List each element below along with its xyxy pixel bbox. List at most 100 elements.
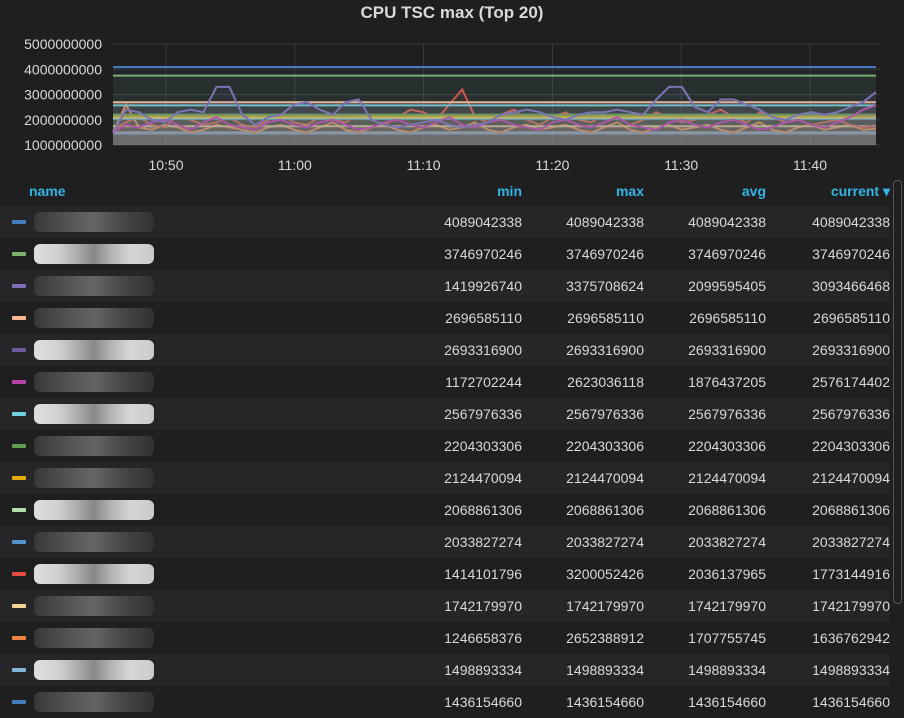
- legend-value-avg: 1742179970: [688, 598, 766, 614]
- legend-value-current: 1742179970: [812, 598, 890, 614]
- legend-color-swatch[interactable]: [12, 444, 26, 448]
- legend-value-avg: 1707755745: [688, 630, 766, 646]
- legend-row[interactable]: 4089042338 4089042338 4089042338 4089042338: [0, 206, 890, 238]
- legend-value-avg: 1498893334: [688, 662, 766, 678]
- legend-color-swatch[interactable]: [12, 572, 26, 576]
- legend-series-name[interactable]: [0, 404, 400, 424]
- legend-series-name[interactable]: [0, 532, 400, 552]
- legend-value-current: 2696585110: [813, 310, 890, 326]
- legend-value-max: 2124470094: [566, 470, 644, 486]
- legend-series-name[interactable]: [0, 308, 400, 328]
- legend-row[interactable]: 1436154660 1436154660 1436154660 1436154660: [0, 686, 890, 718]
- legend-value-min: 3746970246: [444, 246, 522, 262]
- legend-series-name[interactable]: [0, 212, 400, 232]
- legend-value-current: 4089042338: [812, 214, 890, 230]
- legend-color-swatch[interactable]: [12, 540, 26, 544]
- legend-value-min: 1246658376: [444, 630, 522, 646]
- legend-series-name[interactable]: [0, 692, 400, 712]
- redacted-name-mask: [34, 596, 154, 616]
- legend-series-name[interactable]: [0, 596, 400, 616]
- legend-series-name[interactable]: [0, 244, 400, 264]
- legend-value-current: 2124470094: [812, 470, 890, 486]
- legend-row[interactable]: 2033827274 2033827274 2033827274 2033827274: [0, 526, 890, 558]
- legend-series-name[interactable]: [0, 660, 400, 680]
- series-area-1: [113, 67, 876, 145]
- legend-color-swatch[interactable]: [12, 412, 26, 416]
- legend-color-swatch[interactable]: [12, 252, 26, 256]
- legend-series-name[interactable]: [0, 564, 400, 584]
- legend-value-min: 1498893334: [444, 662, 522, 678]
- legend-header-current[interactable]: current ▾: [766, 183, 890, 200]
- legend-color-swatch[interactable]: [12, 604, 26, 608]
- legend-value-current: 1498893334: [812, 662, 890, 678]
- legend-row[interactable]: 2567976336 2567976336 2567976336 2567976336: [0, 398, 890, 430]
- legend-scrollbar[interactable]: [893, 180, 902, 604]
- legend-row[interactable]: 1246658376 2652388912 1707755745 1636762942: [0, 622, 890, 654]
- legend-value-max: 1436154660: [566, 694, 644, 710]
- legend-series-name[interactable]: [0, 276, 400, 296]
- legend-value-avg: 2696585110: [689, 310, 766, 326]
- legend-color-swatch[interactable]: [12, 636, 26, 640]
- legend-header-max[interactable]: max: [522, 183, 644, 199]
- legend-color-swatch[interactable]: [12, 316, 26, 320]
- legend-value-min: 4089042338: [444, 214, 522, 230]
- redacted-name-mask: [34, 276, 154, 296]
- redacted-name-mask: [34, 500, 154, 520]
- legend-series-name[interactable]: [0, 628, 400, 648]
- redacted-name-mask: [34, 660, 154, 680]
- legend-value-current: 2693316900: [812, 342, 890, 358]
- legend-color-swatch[interactable]: [12, 380, 26, 384]
- legend-row[interactable]: 2204303306 2204303306 2204303306 2204303306: [0, 430, 890, 462]
- redacted-name-mask: [34, 340, 154, 360]
- legend-row[interactable]: 2124470094 2124470094 2124470094 2124470094: [0, 462, 890, 494]
- legend-value-min: 1419926740: [444, 278, 522, 294]
- legend-value-current: 2033827274: [812, 534, 890, 550]
- legend-row[interactable]: 2693316900 2693316900 2693316900 2693316900: [0, 334, 890, 366]
- legend-color-swatch[interactable]: [12, 476, 26, 480]
- legend-color-swatch[interactable]: [12, 348, 26, 352]
- y-tick-label: 2000000000: [24, 112, 102, 128]
- x-tick-label: 11:20: [535, 157, 569, 173]
- y-tick-label: 1000000000: [24, 137, 102, 153]
- legend-value-avg: 2204303306: [688, 438, 766, 454]
- legend-series-name[interactable]: [0, 500, 400, 520]
- legend-series-name[interactable]: [0, 468, 400, 488]
- legend-row[interactable]: 1419926740 3375708624 2099595405 3093466468: [0, 270, 890, 302]
- legend-row[interactable]: 2696585110 2696585110 2696585110 2696585110: [0, 302, 890, 334]
- legend-color-swatch[interactable]: [12, 668, 26, 672]
- legend-row[interactable]: 1414101796 3200052426 2036137965 1773144916: [0, 558, 890, 590]
- legend-row[interactable]: 2068861306 2068861306 2068861306 2068861306: [0, 494, 890, 526]
- legend-header-min[interactable]: min: [400, 183, 522, 199]
- legend-header-avg[interactable]: avg: [644, 183, 766, 199]
- legend-color-swatch[interactable]: [12, 220, 26, 224]
- legend-value-avg: 1436154660: [688, 694, 766, 710]
- legend-value-current: 2567976336: [812, 406, 890, 422]
- redacted-name-mask: [34, 564, 154, 584]
- legend-value-current: 1773144916: [812, 566, 890, 582]
- legend-value-avg: 2036137965: [688, 566, 766, 582]
- legend-value-avg: 2567976336: [688, 406, 766, 422]
- y-tick-label: 4000000000: [24, 61, 102, 77]
- x-tick-label: 11:30: [664, 157, 698, 173]
- legend-value-max: 1742179970: [566, 598, 644, 614]
- legend-header-name[interactable]: name: [0, 183, 400, 199]
- redacted-name-mask: [34, 308, 154, 328]
- legend-value-min: 2033827274: [444, 534, 522, 550]
- legend-row[interactable]: 1498893334 1498893334 1498893334 1498893334: [0, 654, 890, 686]
- legend-value-max: 2623036118: [567, 374, 644, 390]
- legend-value-avg: 4089042338: [688, 214, 766, 230]
- legend-color-swatch[interactable]: [12, 284, 26, 288]
- line-chart[interactable]: 5000000000 4000000000 3000000000 2000000000…: [0, 30, 904, 180]
- legend-row[interactable]: 1172702244 2623036118 1876437205 2576174402: [0, 366, 890, 398]
- legend-series-name[interactable]: [0, 372, 400, 392]
- legend-color-swatch[interactable]: [12, 700, 26, 704]
- legend-value-min: 2204303306: [444, 438, 522, 454]
- legend-series-name[interactable]: [0, 436, 400, 456]
- legend-rows: 4089042338 4089042338 4089042338 4089042338…: [0, 206, 890, 718]
- legend-row[interactable]: 1742179970 1742179970 1742179970 1742179970: [0, 590, 890, 622]
- panel-title[interactable]: CPU TSC max (Top 20): [0, 3, 904, 23]
- legend-series-name[interactable]: [0, 340, 400, 360]
- legend-row[interactable]: 3746970246 3746970246 3746970246 3746970246: [0, 238, 890, 270]
- legend-value-current: 3746970246: [812, 246, 890, 262]
- legend-color-swatch[interactable]: [12, 508, 26, 512]
